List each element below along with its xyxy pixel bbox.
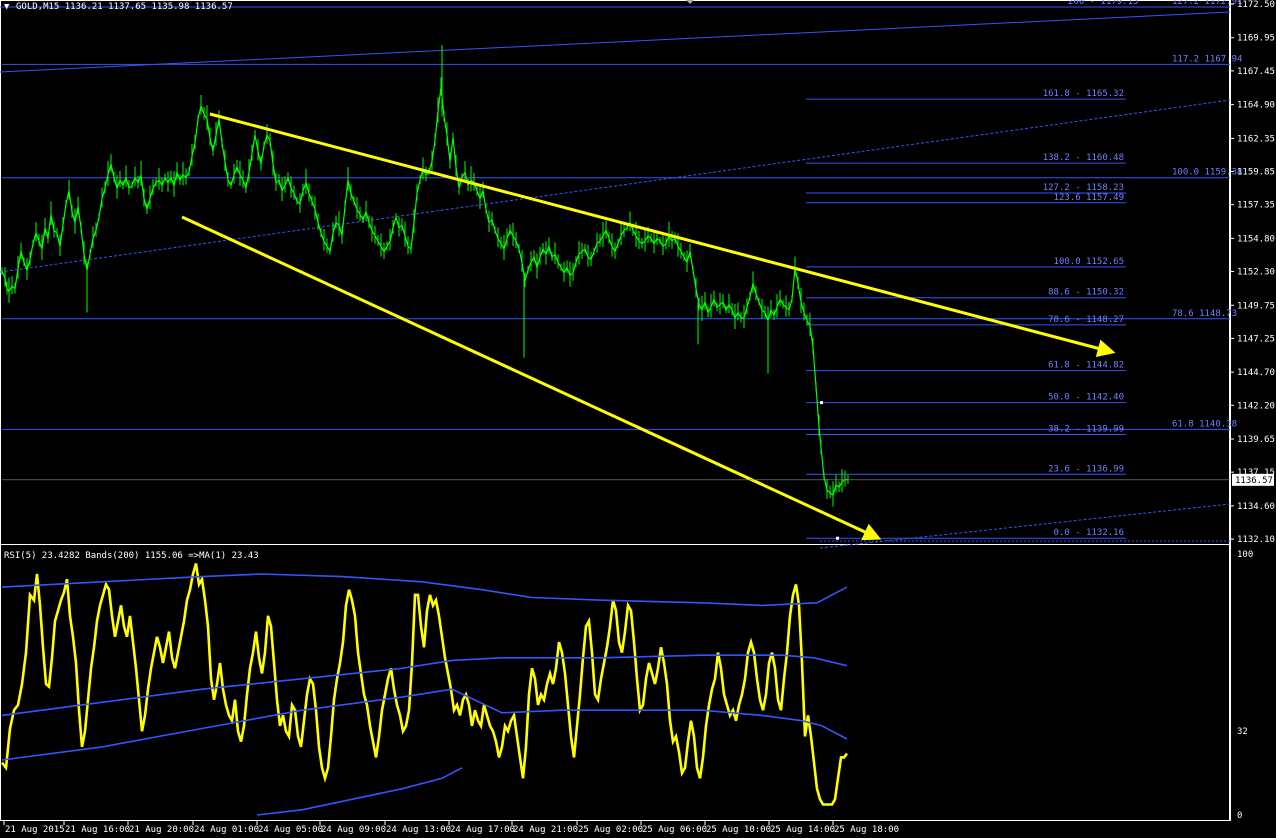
price-tick-label-9: 1149.75: [1237, 301, 1275, 311]
price-tick-label-11: 1144.70: [1237, 368, 1275, 378]
fib-level-label-6: 78.6 - 1148.27: [1048, 315, 1124, 325]
header-arrow-icon: ▼: [4, 2, 10, 12]
upper-slanted-channel-line[interactable]: [0, 11, 1231, 73]
time-tick-label-4: 24 Aug 05:00: [258, 825, 323, 835]
time-tick-label-8: 24 Aug 21:00: [513, 825, 578, 835]
main-price-pane[interactable]: 117.2 1167.94 100.0 1159.38 78.6 1148.73 61…: [0, 0, 1242, 549]
time-axis[interactable]: 21 Aug 2015 21 Aug 16:0021 Aug 20:00 24 Au…: [3, 821, 899, 835]
price-tick-label-12: 1142.20: [1237, 401, 1275, 411]
rsi-series-line[interactable]: [0, 563, 849, 806]
fib-level-label-3: 123.6 1157.49: [1054, 193, 1124, 203]
rsi-tick-label-2: 0: [1237, 811, 1242, 821]
top-cut-label-0: 200 - 1179.15: [1068, 0, 1138, 7]
fib-level-label-11: 0.0 - 1132.16: [1054, 528, 1124, 538]
horizontal-level-label-0: 117.2 1167.94: [1172, 54, 1242, 64]
price-tick-label-13: 1139.65: [1237, 435, 1275, 445]
price-tick-label-3: 1164.90: [1237, 101, 1275, 111]
time-tick-label-0: 21 Aug 2015: [5, 825, 65, 835]
fib-level-label-7: 61.8 - 1144.82: [1048, 361, 1124, 371]
time-tick-label-3: 24 Aug 01:00: [194, 825, 259, 835]
horizontal-level-label-3: 61.8 1140.38: [1172, 419, 1237, 429]
fib-level-label-10: 23.6 - 1136.99: [1048, 464, 1124, 474]
price-tick-label-2: 1167.45: [1237, 67, 1275, 77]
rsi-axis: 100 32 0: [1237, 550, 1253, 821]
fib-anchor-bottom[interactable]: [836, 536, 839, 540]
time-tick-label-7: 24 Aug 17:00: [450, 825, 515, 835]
time-tick-label-9: 25 Aug 02:00: [578, 825, 643, 835]
time-tick-label-13: 25 Aug 18:00: [834, 825, 899, 835]
price-tick-label-0: 1172.50: [1237, 0, 1275, 10]
fib-level-label-2: 127.2 - 1158.23: [1043, 183, 1124, 193]
horizontal-level-label-2: 78.6 1148.73: [1172, 309, 1237, 319]
price-tick-label-5: 1159.85: [1237, 168, 1275, 178]
price-tick-label-6: 1157.35: [1237, 201, 1275, 211]
price-tick-label-16: 1132.10: [1237, 535, 1275, 545]
price-tick-label-10: 1147.25: [1237, 334, 1275, 344]
time-tick-label-12: 25 Aug 14:00: [770, 825, 835, 835]
trading-chart[interactable]: 117.2 1167.94 100.0 1159.38 78.6 1148.73 61…: [0, 0, 1276, 838]
time-tick-label-1: 21 Aug 16:00: [65, 825, 130, 835]
price-axis[interactable]: 1172.50 1169.95 1167.45 1164.90 1162.35 1159.…: [1230, 0, 1275, 545]
rsi-band-line-3[interactable]: [1, 688, 848, 761]
chart-frame: [0, 0, 1230, 821]
price-tick-label-1: 1169.95: [1237, 34, 1275, 44]
fib-anchor-mid[interactable]: [820, 401, 823, 405]
rsi-pane[interactable]: [0, 563, 849, 816]
price-tick-label-4: 1162.35: [1237, 134, 1275, 144]
fib-level-label-4: 100.0 1152.65: [1054, 257, 1124, 267]
fib-level-label-8: 50.0 - 1142.40: [1048, 393, 1124, 403]
time-tick-label-10: 25 Aug 06:00: [642, 825, 707, 835]
upper-trend-line[interactable]: [209, 112, 1116, 358]
rsi-tick-label-0: 100: [1237, 550, 1253, 560]
time-tick-label-11: 25 Aug 10:00: [706, 825, 771, 835]
fib-level-label-1: 138.2 - 1160.48: [1043, 153, 1124, 163]
time-tick-label-5: 24 Aug 09:00: [321, 825, 386, 835]
time-tick-label-2: 21 Aug 20:00: [129, 825, 194, 835]
fib-level-label-0: 161.8 - 1165.32: [1043, 89, 1124, 99]
fib-level-label-5: 88.6 - 1150.32: [1048, 288, 1124, 298]
current-price-label: 1136.57: [1235, 476, 1273, 486]
symbol-ohlc-label: GOLD,M15 1136.21 1137.65 1135.98 1136.57: [16, 2, 233, 12]
rsi-indicator-label: RSI(5) 23.4282 Bands(200) 1155.06 =>MA(1…: [4, 551, 259, 561]
top-shift-marker-icon[interactable]: [686, 0, 694, 4]
rsi-band-line-4[interactable]: [256, 767, 463, 816]
time-tick-label-6: 24 Aug 13:00: [386, 825, 451, 835]
rsi-tick-label-1: 32: [1237, 727, 1248, 737]
price-tick-label-15: 1134.60: [1237, 502, 1275, 512]
horizontal-level-label-1: 100.0 1159.38: [1172, 168, 1242, 178]
price-tick-label-7: 1154.80: [1237, 234, 1275, 244]
rsi-band-line-1[interactable]: [1, 573, 848, 607]
price-tick-label-8: 1152.30: [1237, 268, 1275, 278]
price-line-series[interactable]: [1, 87, 849, 497]
fib-level-label-9: 38.2 - 1139.99: [1048, 425, 1124, 435]
